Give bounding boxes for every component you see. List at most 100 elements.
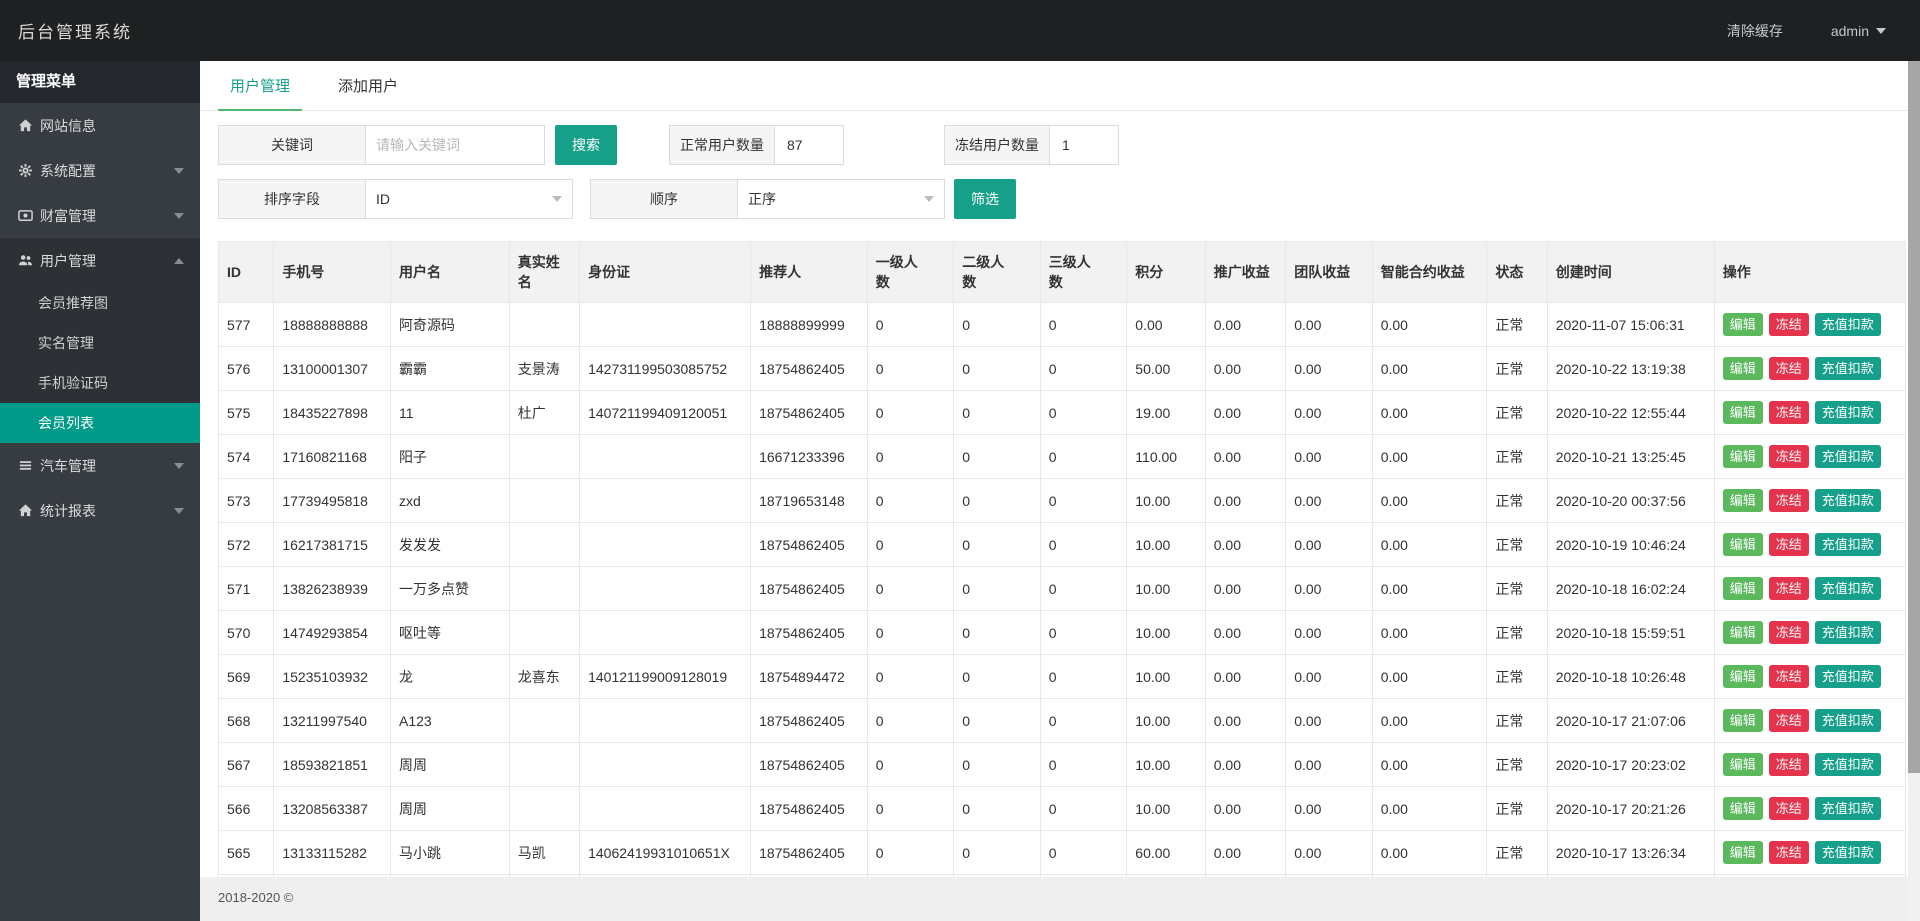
edit-button[interactable]: 编辑 [1723,313,1763,336]
recharge-deduct-button[interactable]: 充值扣款 [1815,313,1881,336]
cell-username: 阿奇源码 [391,303,510,347]
recharge-deduct-button[interactable]: 充值扣款 [1815,357,1881,380]
cell-points: 60.00 [1127,831,1205,875]
edit-button[interactable]: 编辑 [1723,577,1763,600]
sidebar-item-car-management[interactable]: 汽车管理 [0,443,200,488]
freeze-button[interactable]: 冻结 [1769,709,1809,732]
scrollbar-thumb[interactable] [1908,61,1920,773]
search-button[interactable]: 搜索 [555,125,617,165]
freeze-button[interactable]: 冻结 [1769,533,1809,556]
cell-username: 阳子 [391,435,510,479]
freeze-button[interactable]: 冻结 [1769,621,1809,644]
user-menu[interactable]: admin [1831,23,1886,39]
cell-realname: 杜广 [509,391,579,435]
cell-status: 正常 [1487,655,1547,699]
main-content: 用户管理 添加用户 关键词 搜索 正常用户数量 87 冻结用户数量 1 排序字段… [200,61,1920,921]
cell-referrer: 18754862405 [751,567,868,611]
sidebar-item-label: 汽车管理 [40,456,174,476]
sidebar-item-site-info[interactable]: 网站信息 [0,103,200,148]
cell-promo-income: 0.00 [1205,479,1285,523]
cell-contract-income: 0.00 [1372,523,1487,567]
freeze-button[interactable]: 冻结 [1769,753,1809,776]
edit-button[interactable]: 编辑 [1723,357,1763,380]
filter-button[interactable]: 筛选 [954,179,1016,219]
edit-button[interactable]: 编辑 [1723,445,1763,468]
recharge-deduct-button[interactable]: 充值扣款 [1815,445,1881,468]
sidebar-subitem-member-list[interactable]: 会员列表 [0,403,200,443]
recharge-deduct-button[interactable]: 充值扣款 [1815,841,1881,864]
freeze-button[interactable]: 冻结 [1769,577,1809,600]
edit-button[interactable]: 编辑 [1723,841,1763,864]
cell-actions: 编辑冻结充值扣款 [1714,391,1905,435]
freeze-button[interactable]: 冻结 [1769,313,1809,336]
sidebar-item-wealth-management[interactable]: 财富管理 [0,193,200,238]
edit-button[interactable]: 编辑 [1723,401,1763,424]
recharge-deduct-button[interactable]: 充值扣款 [1815,709,1881,732]
freeze-button[interactable]: 冻结 [1769,797,1809,820]
cell-realname [509,611,579,655]
edit-button[interactable]: 编辑 [1723,797,1763,820]
freeze-button[interactable]: 冻结 [1769,665,1809,688]
cell-level3-count: 0 [1040,699,1127,743]
recharge-deduct-button[interactable]: 充值扣款 [1815,489,1881,512]
freeze-button[interactable]: 冻结 [1769,357,1809,380]
column-header: 三级人 数 [1040,242,1127,303]
freeze-button[interactable]: 冻结 [1769,401,1809,424]
edit-button[interactable]: 编辑 [1723,621,1763,644]
cell-team-income: 0.00 [1286,787,1373,831]
cell-team-income: 0.00 [1286,567,1373,611]
sidebar-subitem-realname-management[interactable]: 实名管理 [0,323,200,363]
recharge-deduct-button[interactable]: 充值扣款 [1815,665,1881,688]
column-header: 操作 [1714,242,1905,303]
cell-status: 正常 [1487,699,1547,743]
clear-cache-button[interactable]: 清除缓存 [1727,21,1783,41]
cell-status: 正常 [1487,303,1547,347]
cell-contract-income: 0.00 [1372,787,1487,831]
sidebar: 管理菜单 网站信息系统配置财富管理用户管理会员推荐图实名管理手机验证码会员列表汽… [0,61,200,921]
cell-level3-count: 0 [1040,655,1127,699]
sidebar-subitem-member-referral[interactable]: 会员推荐图 [0,283,200,323]
freeze-button[interactable]: 冻结 [1769,489,1809,512]
cell-realname: 龙喜东 [509,655,579,699]
order-select[interactable]: 正序 [737,179,945,219]
cell-points: 10.00 [1127,567,1205,611]
edit-button[interactable]: 编辑 [1723,489,1763,512]
recharge-deduct-button[interactable]: 充值扣款 [1815,401,1881,424]
recharge-deduct-button[interactable]: 充值扣款 [1815,797,1881,820]
cell-actions: 编辑冻结充值扣款 [1714,567,1905,611]
cell-status: 正常 [1487,523,1547,567]
edit-button[interactable]: 编辑 [1723,533,1763,556]
sidebar-item-label: 财富管理 [40,206,174,226]
cell-phone: 18593821851 [274,743,391,787]
recharge-deduct-button[interactable]: 充值扣款 [1815,753,1881,776]
recharge-deduct-button[interactable]: 充值扣款 [1815,533,1881,556]
edit-button[interactable]: 编辑 [1723,709,1763,732]
cell-level2-count: 0 [954,347,1041,391]
cell-promo-income: 0.00 [1205,391,1285,435]
recharge-deduct-button[interactable]: 充值扣款 [1815,577,1881,600]
edit-button[interactable]: 编辑 [1723,753,1763,776]
cell-phone: 13211997540 [274,699,391,743]
edit-button[interactable]: 编辑 [1723,665,1763,688]
cell-level3-count: 0 [1040,347,1127,391]
freeze-button[interactable]: 冻结 [1769,445,1809,468]
sort-field-select[interactable]: ID [365,179,573,219]
table-row: 56718593821851周周1875486240500010.000.000… [219,743,1906,787]
page-scrollbar[interactable] [1908,61,1920,921]
keyword-label: 关键词 [218,125,366,165]
sidebar-item-statistics-report[interactable]: 统计报表 [0,488,200,533]
tab-add-user[interactable]: 添加用户 [326,61,410,111]
cell-realname [509,787,579,831]
recharge-deduct-button[interactable]: 充值扣款 [1815,621,1881,644]
freeze-button[interactable]: 冻结 [1769,841,1809,864]
cell-status: 正常 [1487,567,1547,611]
cell-referrer: 18754862405 [751,831,868,875]
sidebar-subitem-sms-code[interactable]: 手机验证码 [0,363,200,403]
sidebar-item-user-management[interactable]: 用户管理 [0,238,200,283]
cell-realname [509,699,579,743]
keyword-input[interactable] [365,125,545,165]
cell-actions: 编辑冻结充值扣款 [1714,787,1905,831]
cell-level3-count: 0 [1040,743,1127,787]
tab-user-management[interactable]: 用户管理 [218,61,302,111]
sidebar-item-system-config[interactable]: 系统配置 [0,148,200,193]
